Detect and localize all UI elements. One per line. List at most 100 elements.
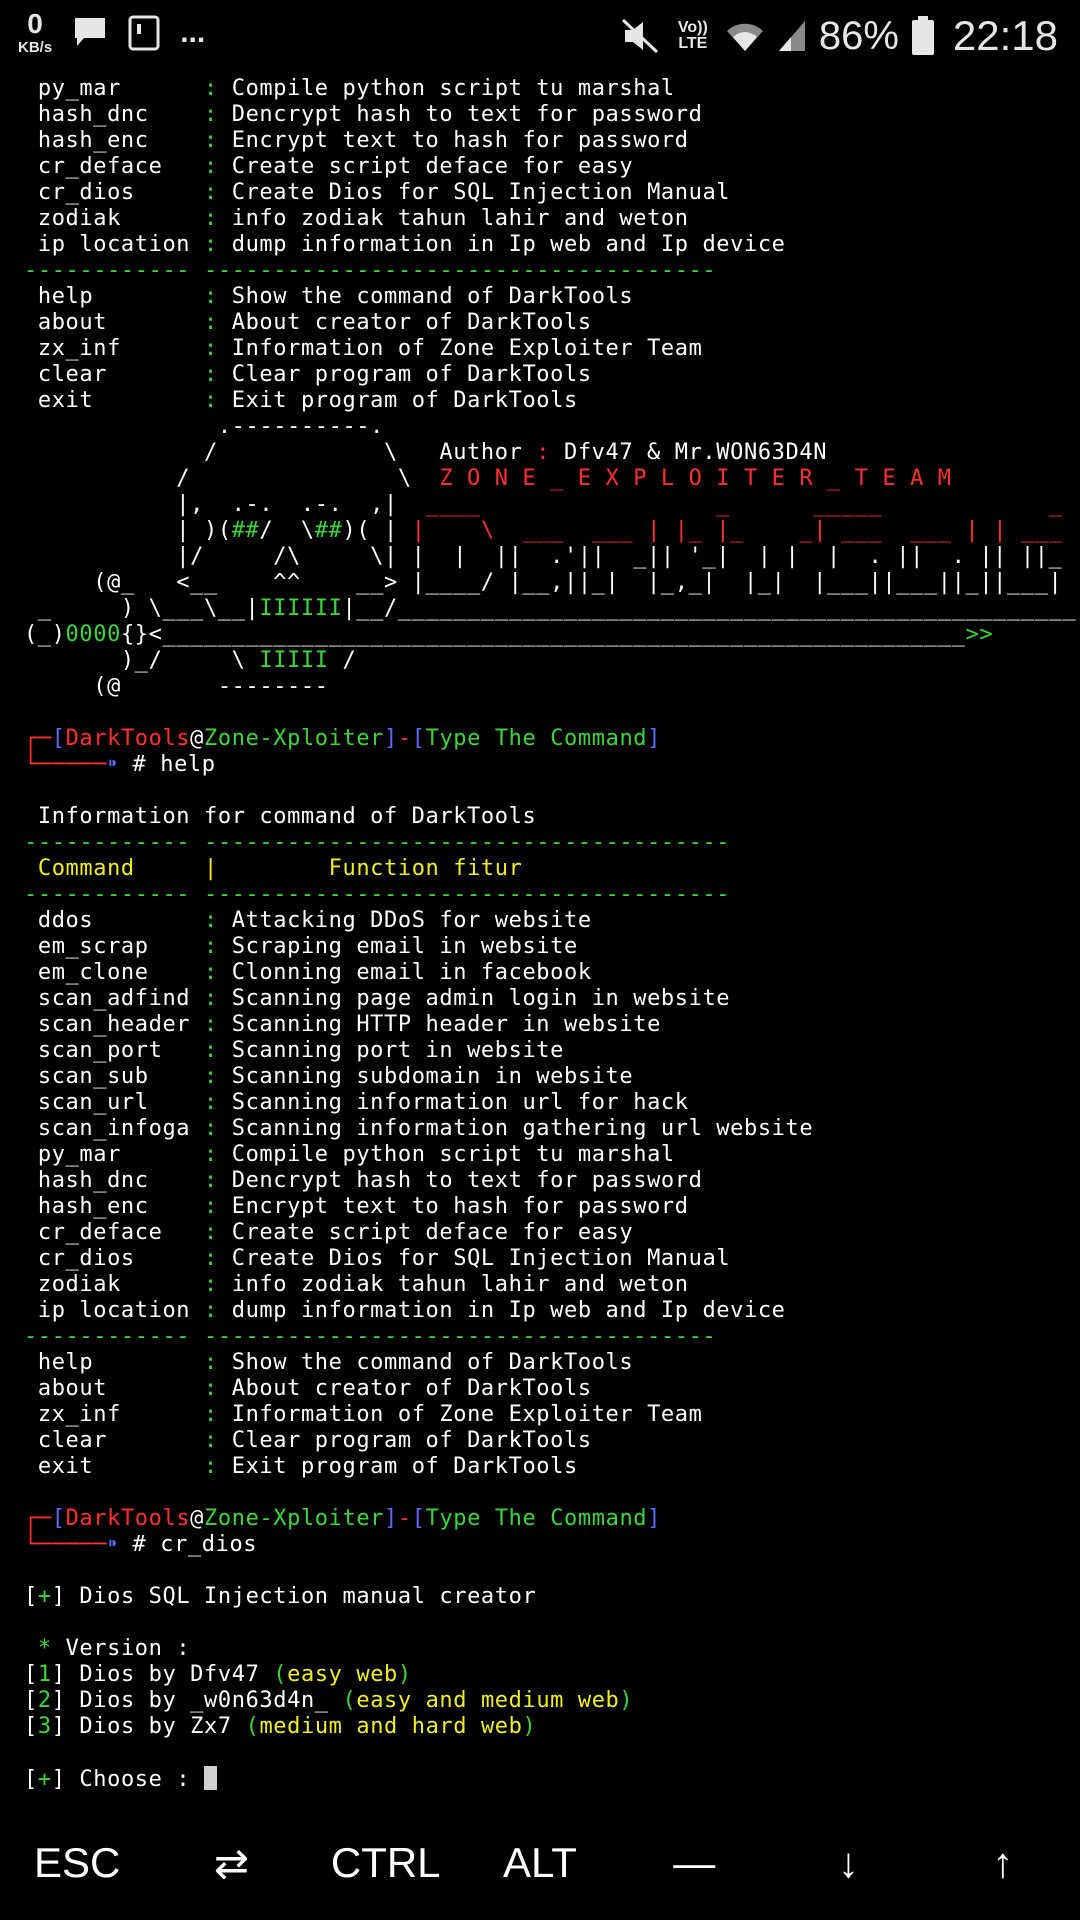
colon: : [204, 1246, 232, 1271]
command-name: py_mar [37, 76, 205, 101]
command-row: scan_url : Scanning information url for … [24, 1090, 689, 1116]
command-name: cr_dios [37, 1246, 205, 1271]
command-desc: Clear program of DarkTools [231, 1428, 592, 1453]
separator: ------------ ---------------------------… [24, 1324, 717, 1349]
banner-line: / \ Author : Dfv47 & Mr.WON63D4N [24, 440, 828, 465]
command-name: zx_inf [37, 336, 205, 361]
banner-line: |, .-. .-. ,| ____ _ _____ _ [24, 492, 1063, 517]
command-row: scan_adfind : Scanning page admin login … [24, 986, 730, 1012]
colon: : [204, 1038, 232, 1063]
colon: : [204, 388, 232, 413]
extra-keys-bar: ESC ⇄ CTRL ALT — ↓ ↑ [0, 1806, 1080, 1920]
command-name: help [37, 1350, 205, 1375]
command-name: em_clone [37, 960, 205, 985]
dios-option: [1] Dios by Dfv47 (easy web) [24, 1662, 412, 1687]
command-name: zx_inf [37, 1402, 205, 1427]
network-speed-unit: KB/s [18, 39, 53, 56]
command-row: ddos : Attacking DDoS for website [24, 908, 592, 934]
command-desc: dump information in Ip web and Ip device [231, 1298, 786, 1323]
command-desc: Information of Zone Exploiter Team [231, 336, 703, 361]
mute-icon [621, 18, 658, 54]
more-notifications: ... [180, 15, 206, 49]
tab-key-icon[interactable]: ⇄ [171, 1839, 291, 1888]
command-desc: Exit program of DarkTools [231, 388, 578, 413]
up-arrow-key[interactable]: ↑ [943, 1839, 1063, 1887]
dios-option: [3] Dios by Zx7 (medium and hard web) [24, 1714, 537, 1739]
command-desc: Scanning HTTP header in website [231, 1012, 661, 1037]
dash-key[interactable]: — [634, 1839, 754, 1887]
command-row: scan_sub : Scanning subdomain in website [24, 1064, 633, 1090]
shell-prompt-input: └─────⁍ # help [24, 752, 216, 777]
command-name: hash_dnc [37, 1168, 205, 1193]
lte-indicator: Vo)) LTE [677, 19, 708, 52]
command-desc: Information of Zone Exploiter Team [231, 1402, 703, 1427]
banner-line: .----------. [24, 414, 384, 439]
logo-art: | \ ___ ___ | |_ |_ _| ___ ___ | | ___ [411, 518, 1063, 543]
command-desc: Clear program of DarkTools [231, 362, 592, 387]
colon: : [204, 1298, 232, 1323]
wifi-icon [726, 23, 763, 51]
command-desc: Create Dios for SQL Injection Manual [231, 1246, 731, 1271]
choose-prompt[interactable]: [+] Choose : [24, 1766, 218, 1792]
command-desc: dump information in Ip web and Ip device [231, 232, 786, 257]
command-desc: info zodiak tahun lahir and weton [231, 206, 689, 231]
command-desc: Encrypt text to hash for password [231, 1194, 689, 1219]
alt-key[interactable]: ALT [480, 1839, 600, 1887]
command-desc: Show the command of DarkTools [231, 1350, 634, 1375]
banner-line: |/ /\ \| | | || .'|| _|| '_| | | | . || … [24, 544, 1080, 570]
terminal-output[interactable]: py_mar : Compile python script tu marsha… [0, 76, 1080, 1806]
command-row: help : Show the command of DarkTools [24, 1350, 633, 1376]
colon: : [204, 1194, 232, 1219]
shell-prompt: ┌─[DarkTools@Zone-Xploiter]-[Type The Co… [24, 726, 661, 751]
command-row: py_mar : Compile python script tu marsha… [24, 76, 675, 102]
command-row: scan_infoga : Scanning information gathe… [24, 1116, 813, 1142]
colon: : [204, 128, 232, 153]
command-name: cr_dios [37, 180, 205, 205]
down-arrow-key[interactable]: ↓ [789, 1839, 909, 1887]
colon: : [204, 1064, 232, 1089]
command-name: hash_enc [37, 128, 205, 153]
logo-art: | | || .'|| _|| '_| | | | . || . || ||_ … [411, 544, 1080, 569]
colon: : [204, 1012, 232, 1037]
command-desc: Show the command of DarkTools [231, 284, 634, 309]
screenshot-icon [128, 15, 160, 50]
command-row: zx_inf : Information of Zone Exploiter T… [24, 336, 702, 362]
command-desc: Compile python script tu marshal [231, 1142, 675, 1167]
entered-command: cr_dios [160, 1532, 258, 1557]
command-row: cr_deface : Create script deface for eas… [24, 154, 633, 180]
colon: : [204, 1454, 232, 1479]
prompt-arrow-icon: ⁍ [107, 752, 119, 777]
command-name: zodiak [37, 1272, 205, 1297]
colon: : [204, 180, 232, 205]
command-name: clear [37, 1428, 205, 1453]
command-name: exit [37, 1454, 205, 1479]
colon: : [204, 310, 232, 335]
command-row: help : Show the command of DarkTools [24, 284, 633, 310]
separator: ------------ ---------------------------… [24, 882, 731, 907]
prompt-arrow-icon: ⁍ [107, 1532, 119, 1557]
command-row: hash_enc : Encrypt text to hash for pass… [24, 1194, 689, 1220]
status-bar: 0 KB/s ... Vo)) LTE 86% 22:18 [0, 0, 1080, 76]
command-row: ip location : dump information in Ip web… [24, 232, 786, 258]
esc-key[interactable]: ESC [17, 1839, 137, 1887]
banner-line: (@ -------- [24, 674, 329, 699]
colon: : [204, 154, 232, 179]
ctrl-key[interactable]: CTRL [326, 1839, 446, 1887]
dios-option: [2] Dios by _w0n63d4n_ (easy and medium … [24, 1688, 634, 1713]
command-name: help [37, 284, 205, 309]
command-desc: Create Dios for SQL Injection Manual [231, 180, 731, 205]
command-name: hash_enc [37, 1194, 205, 1219]
banner-line: / \ Z O N E _ E X P L O I T E R _ T E A … [24, 466, 952, 491]
colon: : [204, 908, 232, 933]
command-row: hash_dnc : Dencrypt hash to text for pas… [24, 102, 702, 128]
colon: : [204, 1090, 232, 1115]
command-name: scan_url [37, 1090, 205, 1115]
command-name: cr_deface [37, 154, 205, 179]
command-desc: About creator of DarkTools [231, 310, 592, 335]
command-name: zodiak [37, 206, 205, 231]
command-name: em_scrap [37, 934, 205, 959]
command-desc: Create script deface for easy [231, 1220, 634, 1245]
colon: : [204, 336, 232, 361]
colon: : [204, 1428, 232, 1453]
colon: : [204, 232, 232, 257]
